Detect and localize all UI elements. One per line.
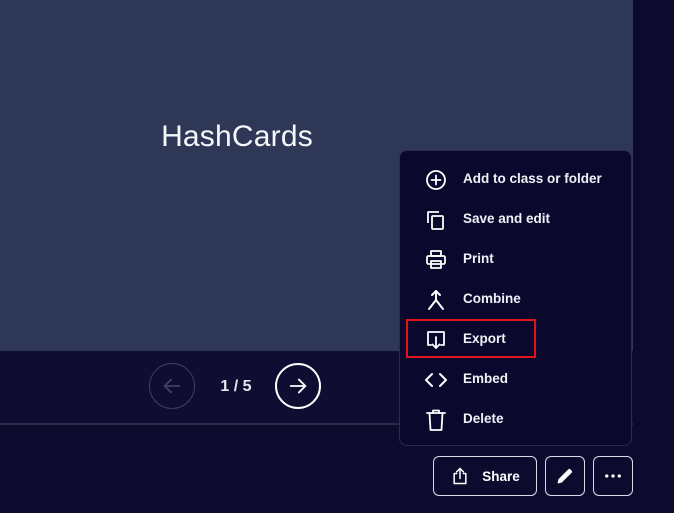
share-icon	[453, 467, 467, 485]
plus-circle-icon	[426, 170, 446, 190]
menu-item-label: Delete	[463, 411, 504, 426]
printer-icon	[426, 250, 446, 269]
next-card-button[interactable]	[275, 363, 321, 409]
copy-icon	[427, 211, 444, 230]
card-term: HashCards	[161, 120, 313, 153]
menu-item-label: Embed	[463, 371, 509, 386]
share-label: Share	[482, 468, 520, 484]
code-icon	[425, 373, 447, 387]
menu-item-label: Save and edit	[463, 211, 551, 226]
menu-item-label: Combine	[463, 291, 521, 306]
options-menu: Add to class or folder Save and edit Pri…	[399, 150, 632, 446]
pencil-icon	[557, 469, 572, 484]
menu-item-print[interactable]: Print	[400, 240, 631, 280]
menu-item-save-and-edit[interactable]: Save and edit	[400, 200, 631, 240]
card-counter: 1 / 5	[220, 378, 252, 395]
menu-item-label: Print	[463, 251, 494, 266]
merge-icon	[428, 290, 444, 310]
menu-item-delete[interactable]: Delete	[400, 400, 631, 440]
arrow-right-icon	[289, 378, 307, 394]
menu-item-embed[interactable]: Embed	[400, 360, 631, 400]
more-horizontal-icon	[605, 474, 621, 478]
previous-card-button[interactable]	[149, 363, 195, 409]
edit-button[interactable]	[545, 456, 585, 496]
share-button[interactable]: Share	[433, 456, 537, 496]
menu-item-label: Add to class or folder	[463, 171, 602, 186]
arrow-left-icon	[163, 378, 181, 394]
trash-icon	[426, 409, 446, 431]
export-highlight-box	[406, 319, 536, 358]
more-options-button[interactable]	[593, 456, 633, 496]
menu-item-add-to-class-or-folder[interactable]: Add to class or folder	[400, 160, 631, 200]
menu-item-combine[interactable]: Combine	[400, 280, 631, 320]
